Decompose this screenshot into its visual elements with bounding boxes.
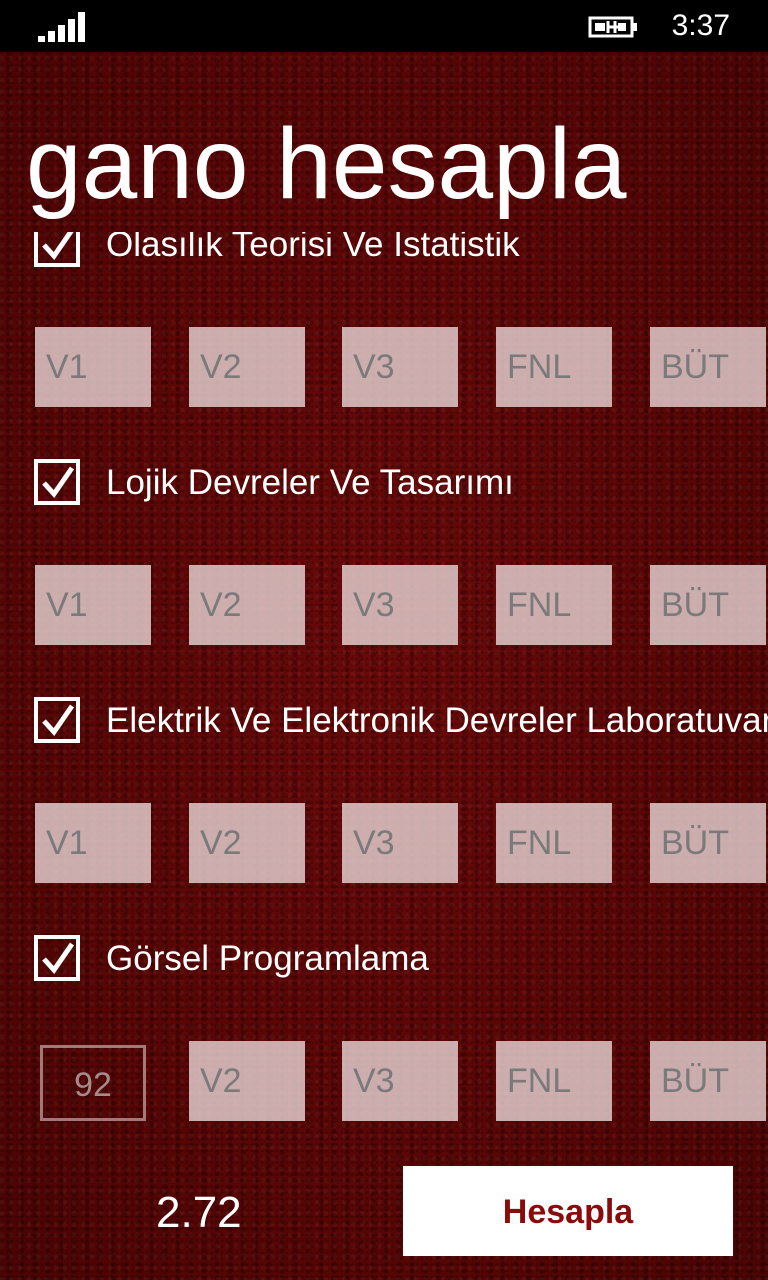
checkmark-icon: [42, 942, 75, 975]
grade-input-v3[interactable]: V3: [342, 1041, 458, 1121]
grade-input-v1[interactable]: V1: [35, 565, 151, 645]
course-checkbox[interactable]: [34, 935, 80, 981]
calculate-button[interactable]: Hesapla: [403, 1166, 733, 1256]
signal-strength-icon: [38, 12, 85, 42]
battery-charging-icon: [588, 16, 637, 38]
grade-input-fnl[interactable]: FNL: [496, 565, 612, 645]
grade-input-v3[interactable]: V3: [342, 803, 458, 883]
grade-input-v2[interactable]: V2: [189, 1041, 305, 1121]
grade-input-büt[interactable]: BÜT: [650, 803, 766, 883]
grade-input-fnl[interactable]: FNL: [496, 803, 612, 883]
course-checkbox[interactable]: [34, 459, 80, 505]
grade-row: V1 V2 V3 FNL BÜT: [0, 803, 768, 883]
checkmark-icon: [42, 232, 74, 261]
grade-input-fnl[interactable]: FNL: [496, 327, 612, 407]
course-name: Görsel Programlama: [106, 939, 429, 978]
grade-input-büt[interactable]: BÜT: [650, 327, 766, 407]
grade-input-fnl[interactable]: FNL: [496, 1041, 612, 1121]
status-bar: 3:37: [0, 0, 768, 52]
grade-row: V1 V2 V3 FNL BÜT: [0, 327, 768, 407]
gpa-result: 2.72: [156, 1188, 242, 1237]
grade-input-büt[interactable]: BÜT: [650, 565, 766, 645]
course-checkbox[interactable]: [34, 697, 80, 743]
checkmark-icon: [42, 704, 75, 737]
grade-input-v2[interactable]: V2: [189, 565, 305, 645]
grade-input-v1[interactable]: V1: [35, 803, 151, 883]
course-list[interactable]: Olasılık Teorisi Ve İstatistik V1 V2 V3 FNL B…: [0, 232, 768, 1162]
grade-input-büt[interactable]: BÜT: [650, 1041, 766, 1121]
grade-row: V1 V2 V3 FNL BÜT: [0, 565, 768, 645]
grade-input-v1[interactable]: 92: [40, 1045, 146, 1121]
grade-input-v2[interactable]: V2: [189, 327, 305, 407]
page-title: gano hesapla: [26, 108, 627, 220]
course-name: Olasılık Teorisi Ve İstatistik: [106, 232, 520, 264]
grade-input-v1[interactable]: V1: [35, 327, 151, 407]
course-name: Elektrik Ve Elektronik Devreler Laboratu…: [106, 701, 768, 740]
grade-input-v3[interactable]: V3: [342, 565, 458, 645]
course-checkbox[interactable]: [34, 232, 80, 267]
checkmark-icon: [42, 466, 75, 499]
course-name: Lojik Devreler Ve Tasarımı: [106, 463, 514, 502]
clock: 3:37: [671, 9, 730, 42]
grade-row: 92 V2 V3 FNL BÜT: [0, 1041, 768, 1121]
grade-input-v3[interactable]: V3: [342, 327, 458, 407]
grade-input-v2[interactable]: V2: [189, 803, 305, 883]
